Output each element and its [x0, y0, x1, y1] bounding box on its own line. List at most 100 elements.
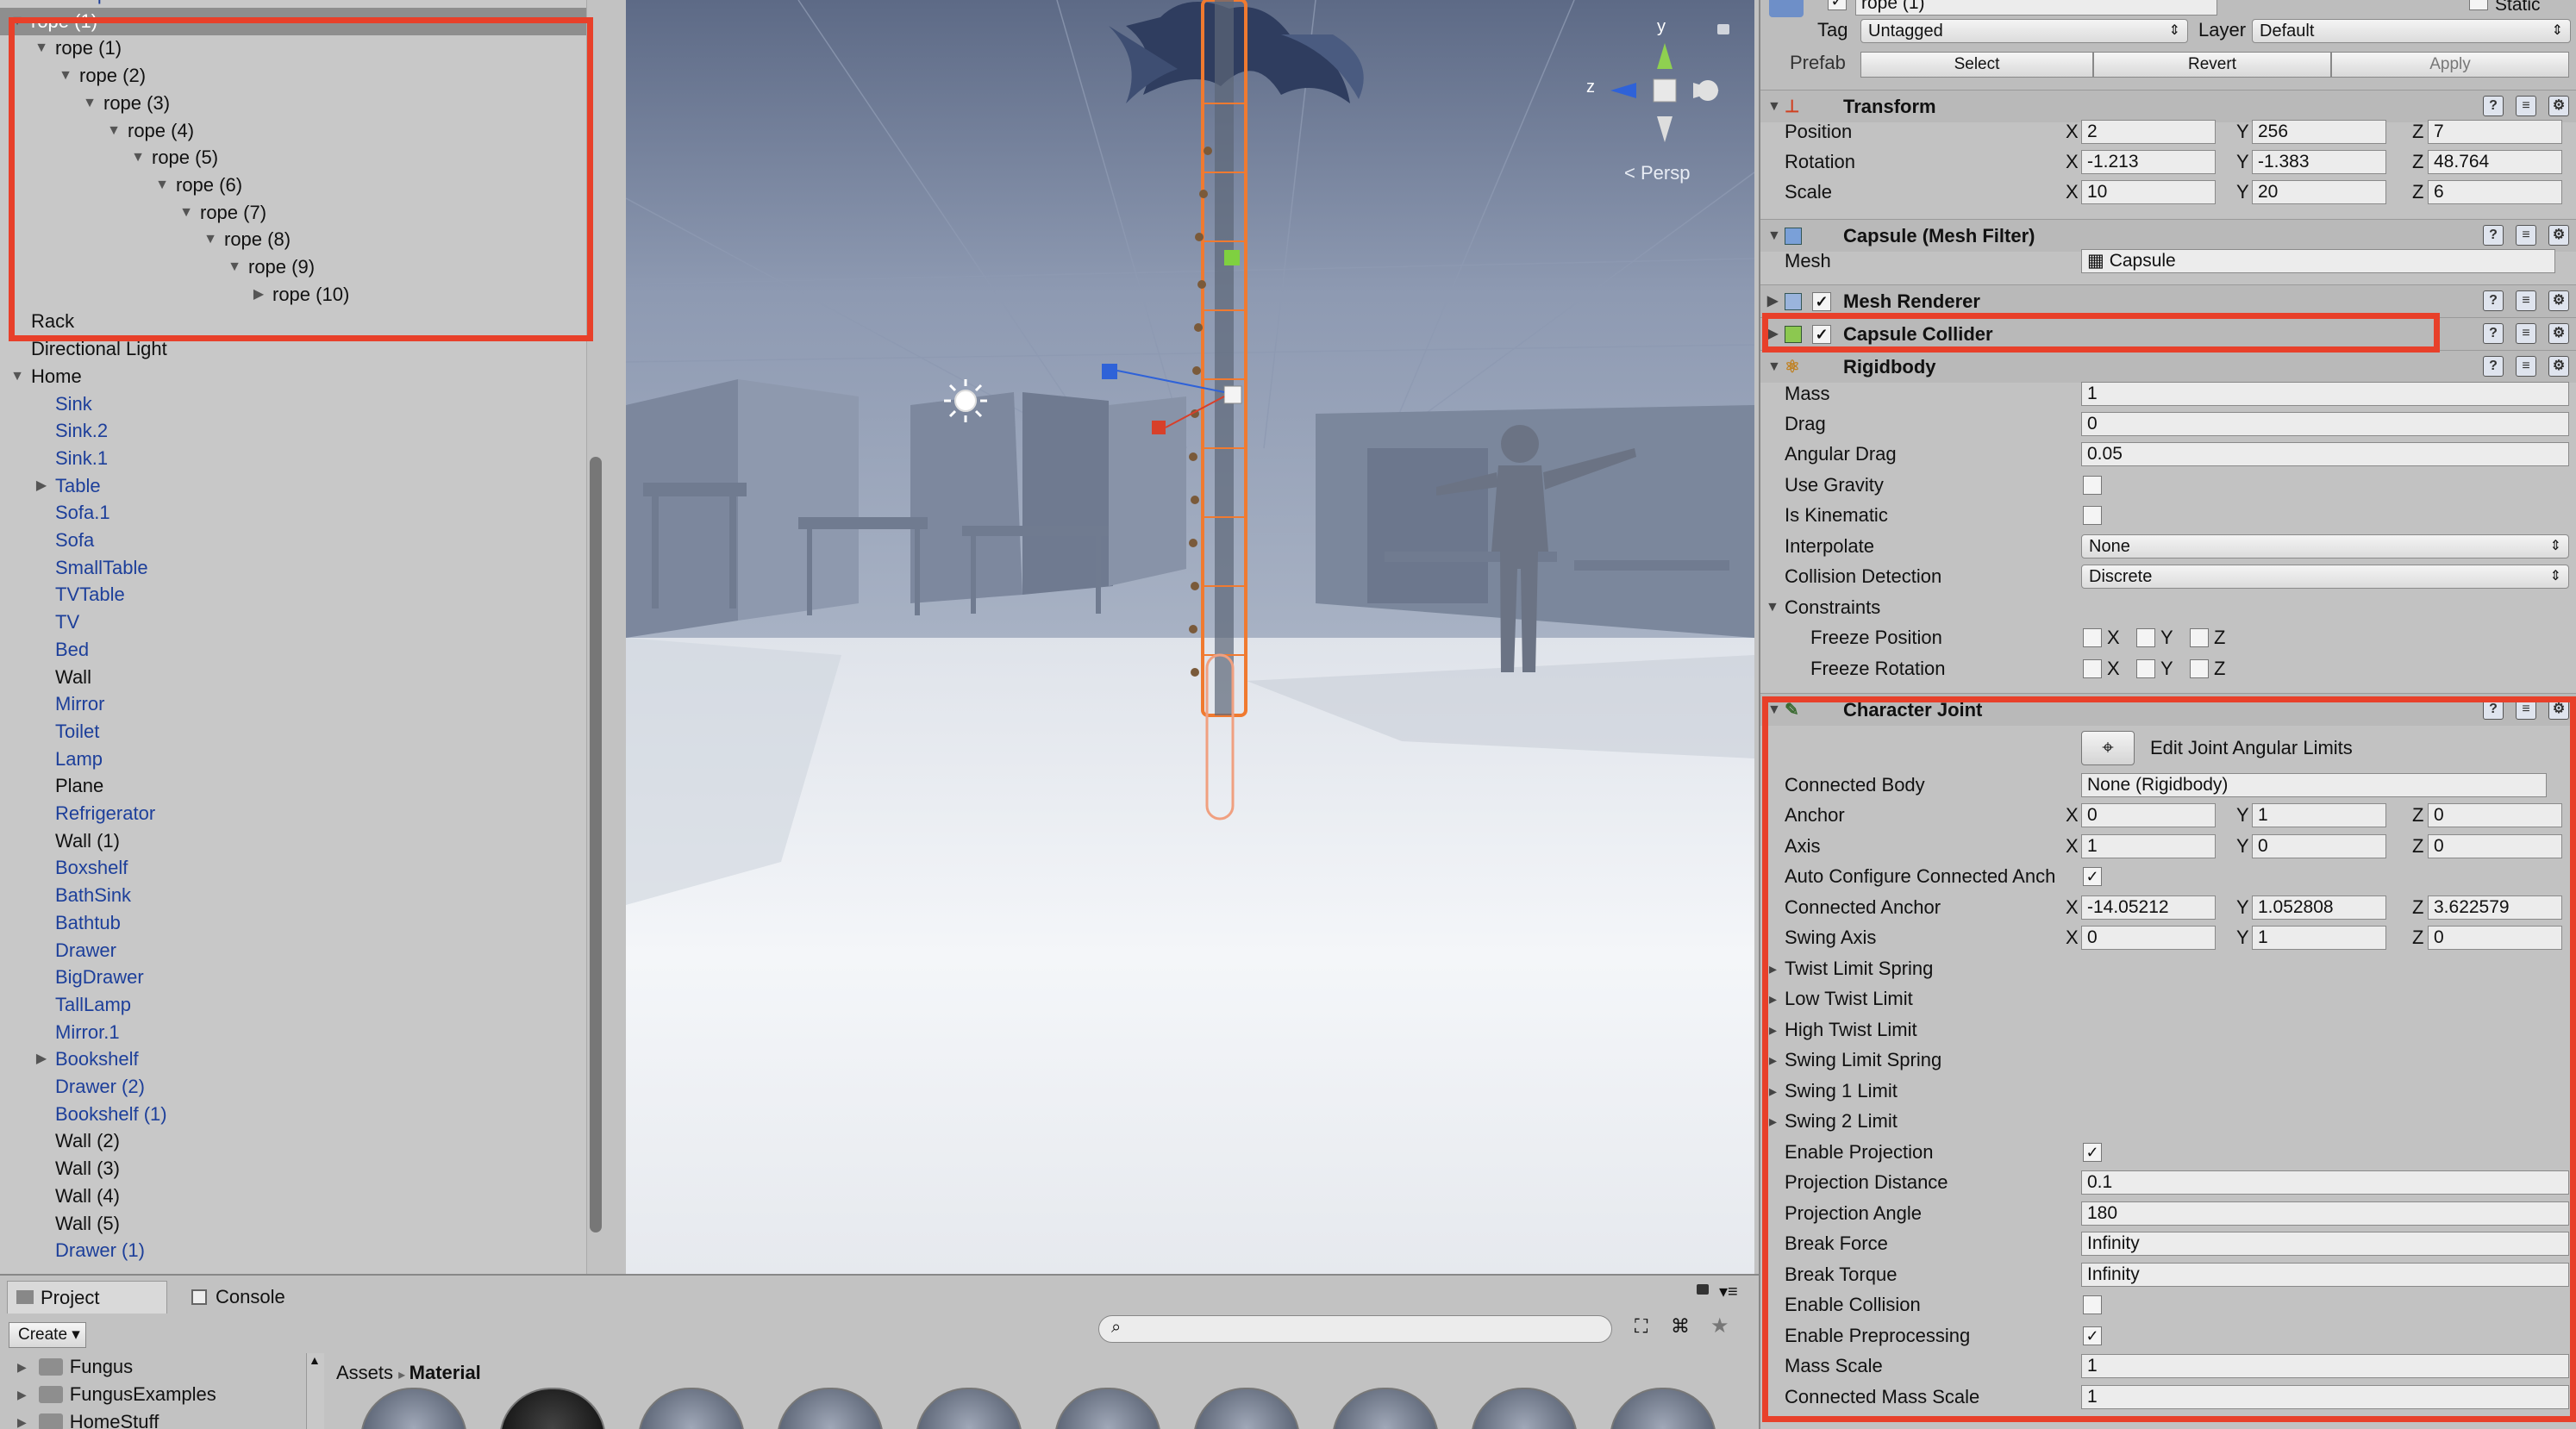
freeze-rotation-z-checkbox[interactable] — [2190, 659, 2209, 678]
hierarchy-item[interactable]: Plane — [0, 772, 586, 800]
hierarchy-item[interactable]: Sink.2 — [0, 417, 586, 445]
preset-icon[interactable]: ≡ — [2516, 96, 2536, 116]
panel-menu-icon[interactable]: ▾≡ — [1719, 1281, 1738, 1302]
preset-icon[interactable]: ≡ — [2516, 225, 2536, 246]
preset-icon[interactable]: ≡ — [2516, 290, 2536, 311]
hierarchy-item[interactable]: Wall (1) — [0, 827, 586, 855]
layer-dropdown[interactable]: Default — [2252, 19, 2571, 43]
position-z-field[interactable]: 7 — [2428, 120, 2562, 144]
gear-icon[interactable]: ⚙ — [2548, 96, 2569, 116]
preset-icon[interactable]: ≡ — [2516, 356, 2536, 377]
help-icon[interactable]: ? — [2483, 225, 2504, 246]
is-kinematic-checkbox[interactable] — [2083, 506, 2102, 525]
gear-icon[interactable]: ⚙ — [2548, 290, 2569, 311]
hierarchy-item[interactable]: ▶ Table — [0, 472, 586, 500]
collision-detection-dropdown[interactable]: Discrete — [2081, 565, 2569, 589]
prefab-apply-button[interactable]: Apply — [2331, 52, 2569, 78]
hierarchy-item[interactable]: Mirror — [0, 690, 586, 718]
hierarchy-item[interactable]: Toilet — [0, 718, 586, 746]
rigidbody-header[interactable]: ▼ ⚛ Rigidbody ? ≡ ⚙ — [1760, 350, 2576, 383]
freeze-rotation-x-checkbox[interactable] — [2083, 659, 2102, 678]
hierarchy-item[interactable]: ▶ Bookshelf — [0, 1045, 586, 1073]
position-x-field[interactable]: 2 — [2081, 120, 2216, 144]
mesh-renderer-enabled[interactable]: ✓ — [1812, 292, 1831, 311]
filter-label-icon[interactable]: ⌘ — [1671, 1315, 1690, 1338]
gear-icon[interactable]: ⚙ — [2548, 356, 2569, 377]
hierarchy-item[interactable]: Sink.1 — [0, 445, 586, 472]
folder-homestuff[interactable]: ▶ HomeStuff — [17, 1408, 159, 1429]
help-icon[interactable]: ? — [2483, 290, 2504, 311]
favorite-icon[interactable]: ★ — [1710, 1314, 1729, 1339]
preset-icon[interactable]: ≡ — [2516, 323, 2536, 344]
hierarchy-item[interactable]: Mirror.1 — [0, 1019, 586, 1046]
hierarchy-item[interactable]: BathSink — [0, 882, 586, 909]
hierarchy-item[interactable]: BigDrawer — [0, 964, 586, 991]
hierarchy-item[interactable]: Refrigerator — [0, 800, 586, 827]
position-y-field[interactable]: 256 — [2252, 120, 2386, 144]
rotation-x-field[interactable]: -1.213 — [2081, 150, 2216, 174]
hierarchy-item[interactable]: Drawer (2) — [0, 1073, 586, 1101]
gear-icon[interactable]: ⚙ — [2548, 225, 2569, 246]
tab-console[interactable]: Console — [183, 1281, 338, 1314]
hierarchy-item[interactable]: Wall (2) — [0, 1127, 586, 1155]
freeze-position-x-checkbox[interactable] — [2083, 628, 2102, 647]
hierarchy-item[interactable]: TallLamp — [0, 991, 586, 1019]
hierarchy-item[interactable]: Bookshelf (1) — [0, 1101, 586, 1128]
interpolate-dropdown[interactable]: None — [2081, 534, 2569, 558]
create-button[interactable]: Create ▾ — [9, 1322, 86, 1348]
help-icon[interactable]: ? — [2483, 323, 2504, 344]
angular-drag-field[interactable]: 0.05 — [2081, 442, 2569, 466]
tab-project[interactable]: Project — [7, 1281, 167, 1314]
project-search-input[interactable]: ⌕ — [1098, 1315, 1612, 1343]
rotation-y-field[interactable]: -1.383 — [2252, 150, 2386, 174]
prefab-select-button[interactable]: Select — [1860, 52, 2093, 78]
folder-fungusexamples[interactable]: ▶ FungusExamples — [17, 1381, 216, 1408]
help-icon[interactable]: ? — [2483, 356, 2504, 377]
scale-x-field[interactable]: 10 — [2081, 180, 2216, 204]
fold-down-icon[interactable]: ▼ — [1766, 593, 1779, 622]
gear-icon[interactable]: ⚙ — [2548, 323, 2569, 344]
help-icon[interactable]: ? — [2483, 96, 2504, 116]
folder-tree-scrollbar[interactable]: ▲ — [307, 1353, 324, 1429]
prefab-revert-button[interactable]: Revert — [2093, 52, 2331, 78]
freeze-position-z-checkbox[interactable] — [2190, 628, 2209, 647]
hierarchy-scroll-thumb[interactable] — [590, 457, 602, 1232]
rotation-z-field[interactable]: 48.764 — [2428, 150, 2562, 174]
persp-label[interactable]: < Persp — [1624, 162, 1690, 184]
hierarchy-item[interactable]: Lamp — [0, 746, 586, 773]
tag-dropdown[interactable]: Untagged — [1860, 19, 2188, 43]
hierarchy-item[interactable]: Bathtub — [0, 909, 586, 937]
static-checkbox[interactable] — [2469, 0, 2488, 10]
freeze-rotation-y-checkbox[interactable] — [2136, 659, 2155, 678]
object-name-field[interactable]: rope (1) — [1855, 0, 2217, 16]
drag-field[interactable]: 0 — [2081, 412, 2569, 436]
filter-type-icon[interactable]: ⛶ — [1635, 1315, 1648, 1338]
hierarchy-item[interactable]: Sink — [0, 390, 586, 418]
hierarchy-item[interactable]: Wall (3) — [0, 1155, 586, 1183]
expand-right-icon[interactable]: ▶ — [31, 1045, 52, 1073]
mass-field[interactable]: 1 — [2081, 382, 2569, 406]
hierarchy-item[interactable]: Wall (4) — [0, 1183, 586, 1210]
hierarchy-item[interactable]: Wall (5) — [0, 1210, 586, 1238]
scale-y-field[interactable]: 20 — [2252, 180, 2386, 204]
folder-fungus[interactable]: ▶ Fungus — [17, 1353, 133, 1381]
use-gravity-checkbox[interactable] — [2083, 476, 2102, 495]
hierarchy-item[interactable]: Wall — [0, 664, 586, 691]
hierarchy-item[interactable]: Drawer (1) — [0, 1237, 586, 1264]
hierarchy-item[interactable]: transparentCube — [0, 0, 586, 8]
expand-right-icon[interactable]: ▶ — [31, 472, 52, 500]
hierarchy-item[interactable]: TV — [0, 608, 586, 636]
lock-icon[interactable] — [1717, 24, 1729, 34]
lock-icon[interactable] — [1697, 1284, 1709, 1295]
hierarchy-item[interactable]: TVTable — [0, 581, 586, 608]
hierarchy-item[interactable]: ▼ Home — [0, 363, 586, 390]
mesh-field[interactable]: ▦ Capsule — [2081, 249, 2555, 273]
hierarchy-item[interactable]: Sofa.1 — [0, 499, 586, 527]
breadcrumb-assets[interactable]: Assets — [336, 1362, 393, 1383]
expand-down-icon[interactable]: ▼ — [7, 363, 28, 390]
hierarchy-item[interactable]: Bed — [0, 636, 586, 664]
scene-view[interactable]: y z < Persp — [626, 0, 1754, 1274]
scale-z-field[interactable]: 6 — [2428, 180, 2562, 204]
freeze-position-y-checkbox[interactable] — [2136, 628, 2155, 647]
hierarchy-item[interactable]: Drawer — [0, 937, 586, 964]
